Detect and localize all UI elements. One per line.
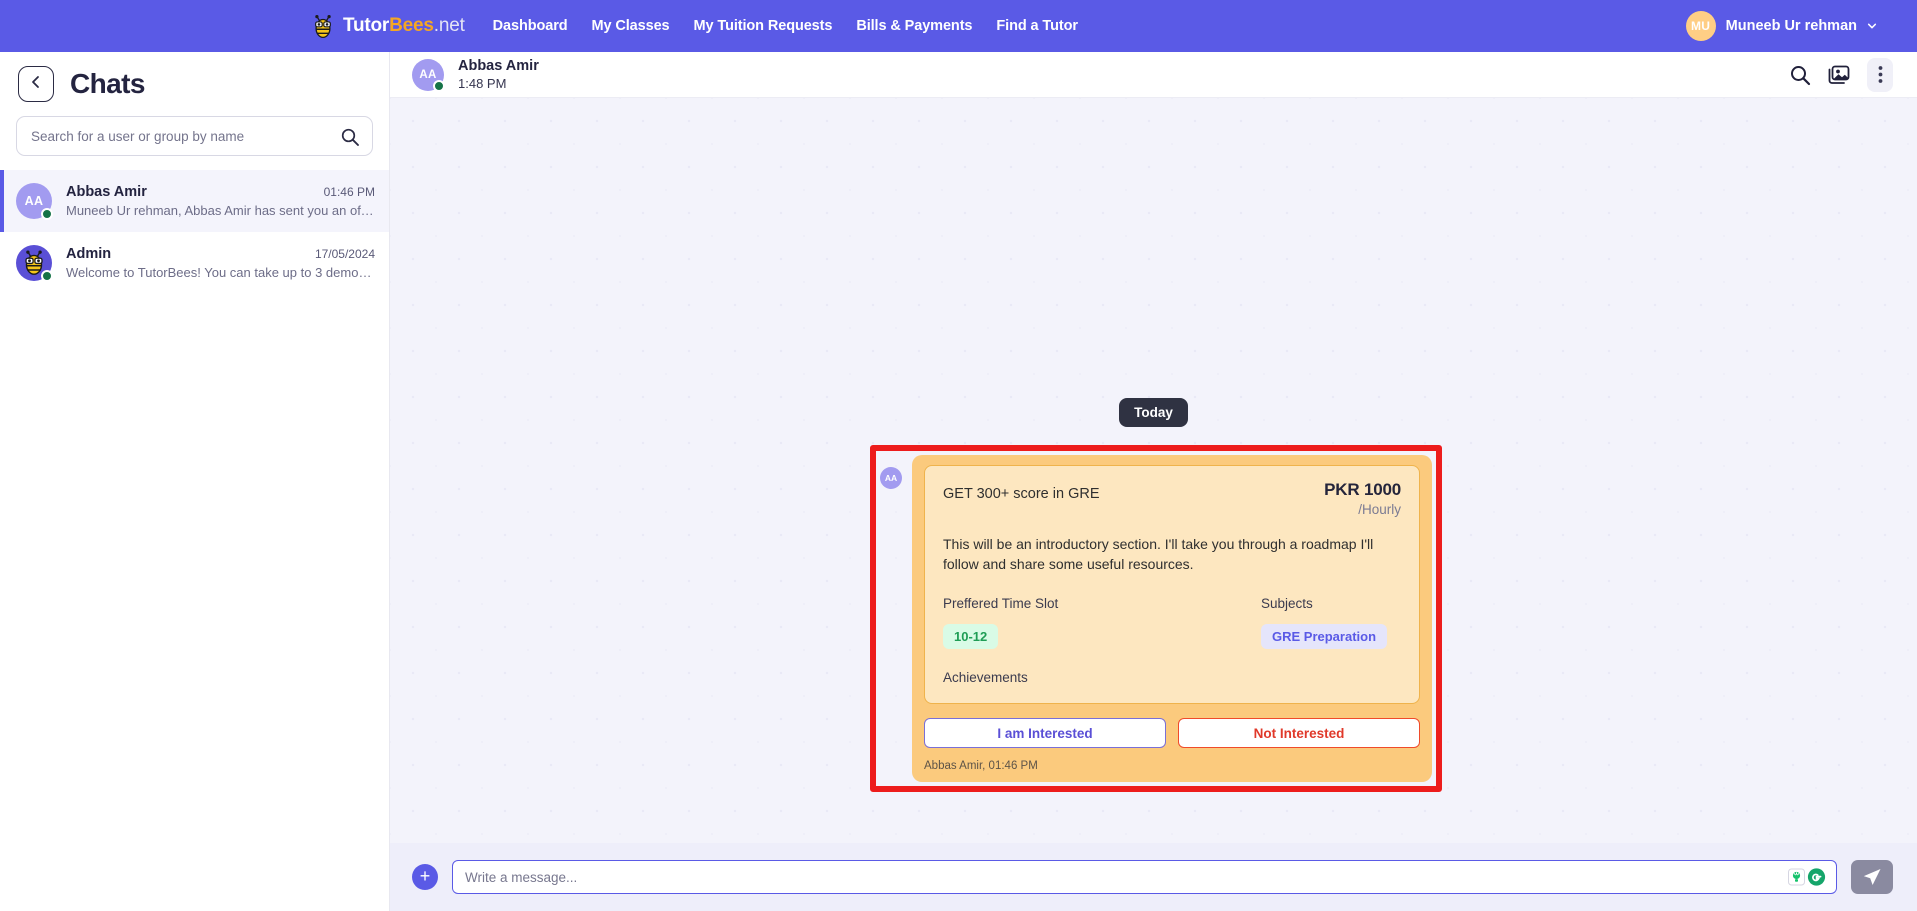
offer-header: GET 300+ score in GRE PKR 1000 /Hourly xyxy=(943,480,1401,517)
interested-button[interactable]: I am Interested xyxy=(924,718,1166,748)
chat-header-actions xyxy=(1789,58,1893,92)
online-status-dot xyxy=(41,270,53,282)
chat-panel: AA Abbas Amir 1:48 PM xyxy=(390,52,1917,911)
user-name: Muneeb Ur rehman xyxy=(1726,18,1857,34)
nav-link-my-classes[interactable]: My Classes xyxy=(592,18,670,34)
avatar-wrapper: AA xyxy=(16,183,52,219)
nav-link-bills-payments[interactable]: Bills & Payments xyxy=(856,18,972,34)
user-menu[interactable]: MU Muneeb Ur rehman xyxy=(1686,0,1877,52)
chat-timestamp: 17/05/2024 xyxy=(315,247,375,261)
brand-highlight: Bees xyxy=(389,15,434,36)
brand-suffix: .net xyxy=(434,15,465,36)
list-item-body: Abbas Amir 01:46 PM Muneeb Ur rehman, Ab… xyxy=(66,184,375,218)
search-icon[interactable] xyxy=(339,126,361,148)
list-item-header: Admin 17/05/2024 xyxy=(66,246,375,262)
chevron-left-icon xyxy=(29,75,43,94)
messages-area[interactable]: Today AA GET 300+ score in GRE PKR 1000 … xyxy=(390,98,1917,843)
avatar: MU xyxy=(1686,11,1716,41)
search-icon[interactable] xyxy=(1789,64,1811,86)
offer-actions: I am Interested Not Interested xyxy=(924,718,1420,748)
chats-sidebar: Chats AA Abbas Amir 01:46 PM Muneeb Ur xyxy=(0,52,390,911)
offer-card: GET 300+ score in GRE PKR 1000 /Hourly T… xyxy=(912,455,1432,782)
nav-link-dashboard[interactable]: Dashboard xyxy=(493,18,568,34)
brand-name: TutorBees.net xyxy=(343,15,465,37)
kebab-menu-icon[interactable] xyxy=(1867,58,1893,92)
list-item-header: Abbas Amir 01:46 PM xyxy=(66,184,375,200)
brand-prefix: Tutor xyxy=(343,15,389,36)
avatar-wrapper: AA xyxy=(412,59,444,91)
search-input[interactable] xyxy=(16,116,373,156)
send-icon[interactable] xyxy=(1851,860,1893,894)
list-item[interactable]: Admin 17/05/2024 Welcome to TutorBees! Y… xyxy=(0,232,389,294)
avatar: AA xyxy=(880,467,902,489)
offer-title: GET 300+ score in GRE xyxy=(943,480,1099,502)
sidebar-header: Chats xyxy=(0,52,389,110)
contact-name: Abbas Amir xyxy=(458,57,539,75)
chat-preview: Welcome to TutorBees! You can take up to… xyxy=(66,265,375,280)
back-button[interactable] xyxy=(18,66,54,102)
chevron-down-icon xyxy=(1867,21,1877,31)
message-input[interactable] xyxy=(453,861,1836,893)
nav-link-find-a-tutor[interactable]: Find a Tutor xyxy=(996,18,1078,34)
chat-name: Abbas Amir xyxy=(66,184,147,200)
top-navbar: TutorBees.net Dashboard My Classes My Tu… xyxy=(0,0,1917,52)
offer-message-highlight: AA GET 300+ score in GRE PKR 1000 /Hourl… xyxy=(870,445,1442,792)
offer-details: Preffered Time Slot 10-12 Subjects GRE P… xyxy=(943,596,1401,649)
offer-description: This will be an introductory section. I'… xyxy=(943,535,1401,574)
list-item[interactable]: AA Abbas Amir 01:46 PM Muneeb Ur rehman,… xyxy=(0,170,389,232)
chat-header: AA Abbas Amir 1:48 PM xyxy=(390,52,1917,98)
date-divider: Today xyxy=(1119,398,1188,427)
subjects-label: Subjects xyxy=(1261,596,1387,611)
achievements-label: Achievements xyxy=(943,670,1401,685)
offer-time-slot-column: Preffered Time Slot 10-12 xyxy=(943,596,1261,649)
offer-rate: /Hourly xyxy=(1324,502,1401,517)
chat-preview: Muneeb Ur rehman, Abbas Amir has sent yo… xyxy=(66,203,375,218)
offer-price: PKR 1000 xyxy=(1324,480,1401,500)
message-composer: + xyxy=(390,843,1917,911)
chat-timestamp: 01:46 PM xyxy=(324,185,375,199)
offer-meta: Abbas Amir, 01:46 PM xyxy=(924,760,1420,772)
main-area: Chats AA Abbas Amir 01:46 PM Muneeb Ur xyxy=(0,52,1917,911)
page-title: Chats xyxy=(70,68,145,100)
time-slot-chip: 10-12 xyxy=(943,624,998,649)
time-slot-label: Preffered Time Slot xyxy=(943,596,1261,611)
offer-price-block: PKR 1000 /Hourly xyxy=(1324,480,1401,517)
subject-chip: GRE Preparation xyxy=(1261,624,1387,649)
contact-last-seen: 1:48 PM xyxy=(458,76,539,92)
date-divider-wrapper: Today xyxy=(390,98,1917,427)
avatar-wrapper xyxy=(16,245,52,281)
list-item-body: Admin 17/05/2024 Welcome to TutorBees! Y… xyxy=(66,246,375,280)
nav-links: Dashboard My Classes My Tuition Requests… xyxy=(493,18,1078,34)
chat-name: Admin xyxy=(66,246,111,262)
search-container xyxy=(0,110,389,170)
nav-link-my-tuition-requests[interactable]: My Tuition Requests xyxy=(694,18,833,34)
chat-contact-info: Abbas Amir 1:48 PM xyxy=(458,57,539,92)
gallery-icon[interactable] xyxy=(1827,64,1851,86)
online-status-dot xyxy=(41,208,53,220)
brand-logo[interactable]: TutorBees.net xyxy=(310,13,465,39)
chat-list[interactable]: AA Abbas Amir 01:46 PM Muneeb Ur rehman,… xyxy=(0,170,389,911)
offer-subjects-column: Subjects GRE Preparation xyxy=(1261,596,1387,649)
grammarly-icon[interactable] xyxy=(1788,868,1826,887)
not-interested-button[interactable]: Not Interested xyxy=(1178,718,1420,748)
online-status-dot xyxy=(433,80,445,92)
message-input-wrapper xyxy=(452,860,1837,894)
offer-card-body: GET 300+ score in GRE PKR 1000 /Hourly T… xyxy=(924,465,1420,704)
plus-icon[interactable]: + xyxy=(412,864,438,890)
bee-logo-icon xyxy=(310,13,336,39)
